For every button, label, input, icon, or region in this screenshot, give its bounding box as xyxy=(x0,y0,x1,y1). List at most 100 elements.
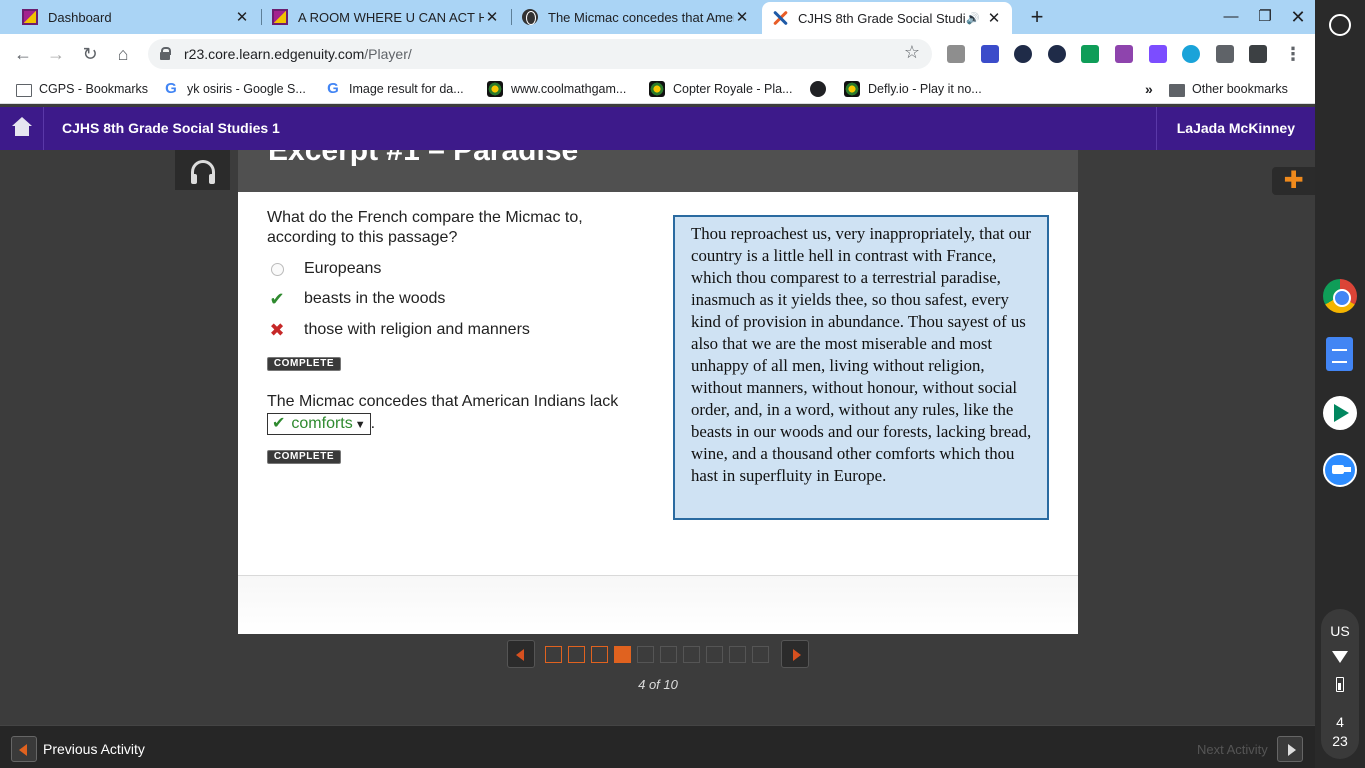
bookmark-coolmath[interactable]: www.coolmathgam... xyxy=(487,80,626,98)
google-icon: G xyxy=(165,80,177,97)
address-bar[interactable]: r23.core.learn.edgenuity.com/Player/ ☆ xyxy=(148,39,932,69)
option-europeans[interactable]: Europeans xyxy=(267,258,381,280)
option-religion[interactable]: ✖ those with religion and manners xyxy=(267,319,529,341)
lock-icon[interactable] xyxy=(160,47,171,60)
page-6[interactable] xyxy=(660,646,677,663)
input-language: US xyxy=(1330,623,1350,639)
other-bookmarks[interactable]: Other bookmarks xyxy=(1168,80,1288,98)
menu-kebab-icon[interactable]: ⋮ xyxy=(1279,40,1307,68)
extension-cast-icon[interactable] xyxy=(1081,45,1099,63)
extension-shield-icon[interactable] xyxy=(1014,45,1032,63)
next-activity-label: Next Activity xyxy=(1197,742,1268,757)
close-icon[interactable]: ✕ xyxy=(234,8,250,26)
bookmarks-overflow-button[interactable]: » xyxy=(1145,80,1153,98)
page-2[interactable] xyxy=(568,646,585,663)
star-icon[interactable]: ☆ xyxy=(904,42,920,63)
page-3[interactable] xyxy=(591,646,608,663)
restore-icon[interactable]: ❐ xyxy=(1253,6,1277,28)
previous-activity-button[interactable] xyxy=(11,736,37,762)
option-label: beasts in the woods xyxy=(304,290,446,307)
tab-title: CJHS 8th Grade Social Studi… xyxy=(798,10,967,26)
extensions-puzzle-icon[interactable] xyxy=(1249,45,1267,63)
new-tab-button[interactable]: + xyxy=(1024,4,1050,30)
tab-dashboard[interactable]: Dashboard ✕ xyxy=(12,0,260,34)
page-5[interactable] xyxy=(637,646,654,663)
minimize-icon[interactable]: — xyxy=(1219,6,1243,28)
coolmath-icon xyxy=(844,81,860,97)
forward-arrow-icon[interactable]: → xyxy=(42,40,70,68)
bookmark-defly[interactable]: Defly.io - Play it no... xyxy=(844,80,982,98)
docs-app-icon[interactable] xyxy=(1326,337,1353,371)
previous-question-button[interactable] xyxy=(507,640,535,668)
close-window-icon[interactable]: ✕ xyxy=(1286,6,1310,28)
page-10[interactable] xyxy=(752,646,769,663)
status-tray[interactable]: US 4 23 xyxy=(1321,609,1359,759)
reload-icon[interactable]: ↻ xyxy=(76,40,104,68)
bookmark-label: CGPS - Bookmarks xyxy=(39,82,149,96)
tab-room[interactable]: A ROOM WHERE U CAN ACT HO… ✕ xyxy=(262,0,510,34)
speaker-icon[interactable]: 🔊 xyxy=(966,12,980,25)
page-8[interactable] xyxy=(706,646,723,663)
close-icon[interactable]: ✕ xyxy=(734,8,750,26)
extension-c-icon[interactable] xyxy=(981,45,999,63)
next-activity-button[interactable] xyxy=(1277,736,1303,762)
bookmark-cgps[interactable]: CGPS - Bookmarks xyxy=(15,80,148,98)
checkmark-icon: ✔ xyxy=(272,415,286,432)
page-9[interactable] xyxy=(729,646,746,663)
page-4[interactable] xyxy=(614,646,631,663)
extension-copy-icon[interactable] xyxy=(947,45,965,63)
brainly-icon xyxy=(772,10,788,26)
edgenuity-icon xyxy=(22,9,38,25)
back-arrow-icon[interactable]: ← xyxy=(9,40,37,68)
bookmark-globe[interactable] xyxy=(810,80,834,98)
bookmark-image-result[interactable]: G Image result for da... xyxy=(325,80,463,98)
tab-micmac[interactable]: The Micmac concedes that Amer… ✕ xyxy=(512,0,760,34)
extension-flag-icon[interactable] xyxy=(1149,45,1167,63)
tab-cjhs[interactable]: CJHS 8th Grade Social Studi… 🔊 ✕ xyxy=(762,2,1012,34)
clock-hour: 4 xyxy=(1336,714,1344,730)
tab-title: Dashboard xyxy=(48,9,112,25)
user-name[interactable]: LaJada McKinney xyxy=(1155,107,1315,150)
dropdown-value: comforts xyxy=(291,415,353,432)
bookmark-label: Other bookmarks xyxy=(1192,82,1288,96)
chevron-down-icon: ▼ xyxy=(354,419,366,431)
coolmath-icon xyxy=(649,81,665,97)
answer-dropdown[interactable]: ✔ comforts ▼ xyxy=(267,413,371,435)
home-icon[interactable]: ⌂ xyxy=(109,40,137,68)
bookmark-copter-royale[interactable]: Copter Royale - Pla... xyxy=(649,80,793,98)
x-mark-icon: ✖ xyxy=(269,319,285,340)
close-icon[interactable]: ✕ xyxy=(986,9,1002,27)
page-7[interactable] xyxy=(683,646,700,663)
close-icon[interactable]: ✕ xyxy=(484,8,500,26)
next-question-button[interactable] xyxy=(781,640,809,668)
wifi-icon xyxy=(1332,651,1348,663)
option-beasts[interactable]: ✔ beasts in the woods xyxy=(267,288,445,310)
bookmark-yk-osiris[interactable]: Gyk osiris - Google S... xyxy=(163,80,306,98)
extension-r-icon[interactable] xyxy=(1216,45,1234,63)
page-1[interactable] xyxy=(545,646,562,663)
play-store-app-icon[interactable] xyxy=(1323,396,1357,430)
question-2: The Micmac concedes that American Indian… xyxy=(267,391,667,435)
radio-button[interactable] xyxy=(267,259,287,279)
question-1-status-badge: COMPLETE xyxy=(267,357,341,371)
extension-puzzle-purple-icon[interactable] xyxy=(1115,45,1133,63)
coolmath-icon xyxy=(487,81,503,97)
activity-area: ✚ Excerpt #1 – Paradise What do the Fren… xyxy=(0,150,1315,725)
launcher-icon[interactable] xyxy=(1329,14,1351,36)
extension-shield-2-icon[interactable] xyxy=(1048,45,1066,63)
browser-window: Dashboard ✕ A ROOM WHERE U CAN ACT HO… ✕… xyxy=(0,0,1315,768)
previous-activity-label[interactable]: Previous Activity xyxy=(43,741,145,757)
extension-globe-icon[interactable] xyxy=(1182,45,1200,63)
url-text: r23.core.learn.edgenuity.com/Player/ xyxy=(184,46,412,62)
bookmark-label: yk osiris - Google S... xyxy=(187,82,306,96)
globe-icon xyxy=(810,81,826,97)
activity-nav-bar: Previous Activity Next Activity xyxy=(0,725,1315,768)
home-button[interactable] xyxy=(0,107,44,150)
radio-circle-icon xyxy=(270,262,284,276)
tools-plus-button[interactable]: ✚ xyxy=(1272,167,1315,195)
audio-button[interactable] xyxy=(175,150,230,190)
zoom-app-icon[interactable] xyxy=(1323,453,1357,487)
chrome-app-icon[interactable] xyxy=(1323,279,1357,313)
question-2-prompt: The Micmac concedes that American Indian… xyxy=(267,393,619,410)
option-label: Europeans xyxy=(304,260,382,277)
